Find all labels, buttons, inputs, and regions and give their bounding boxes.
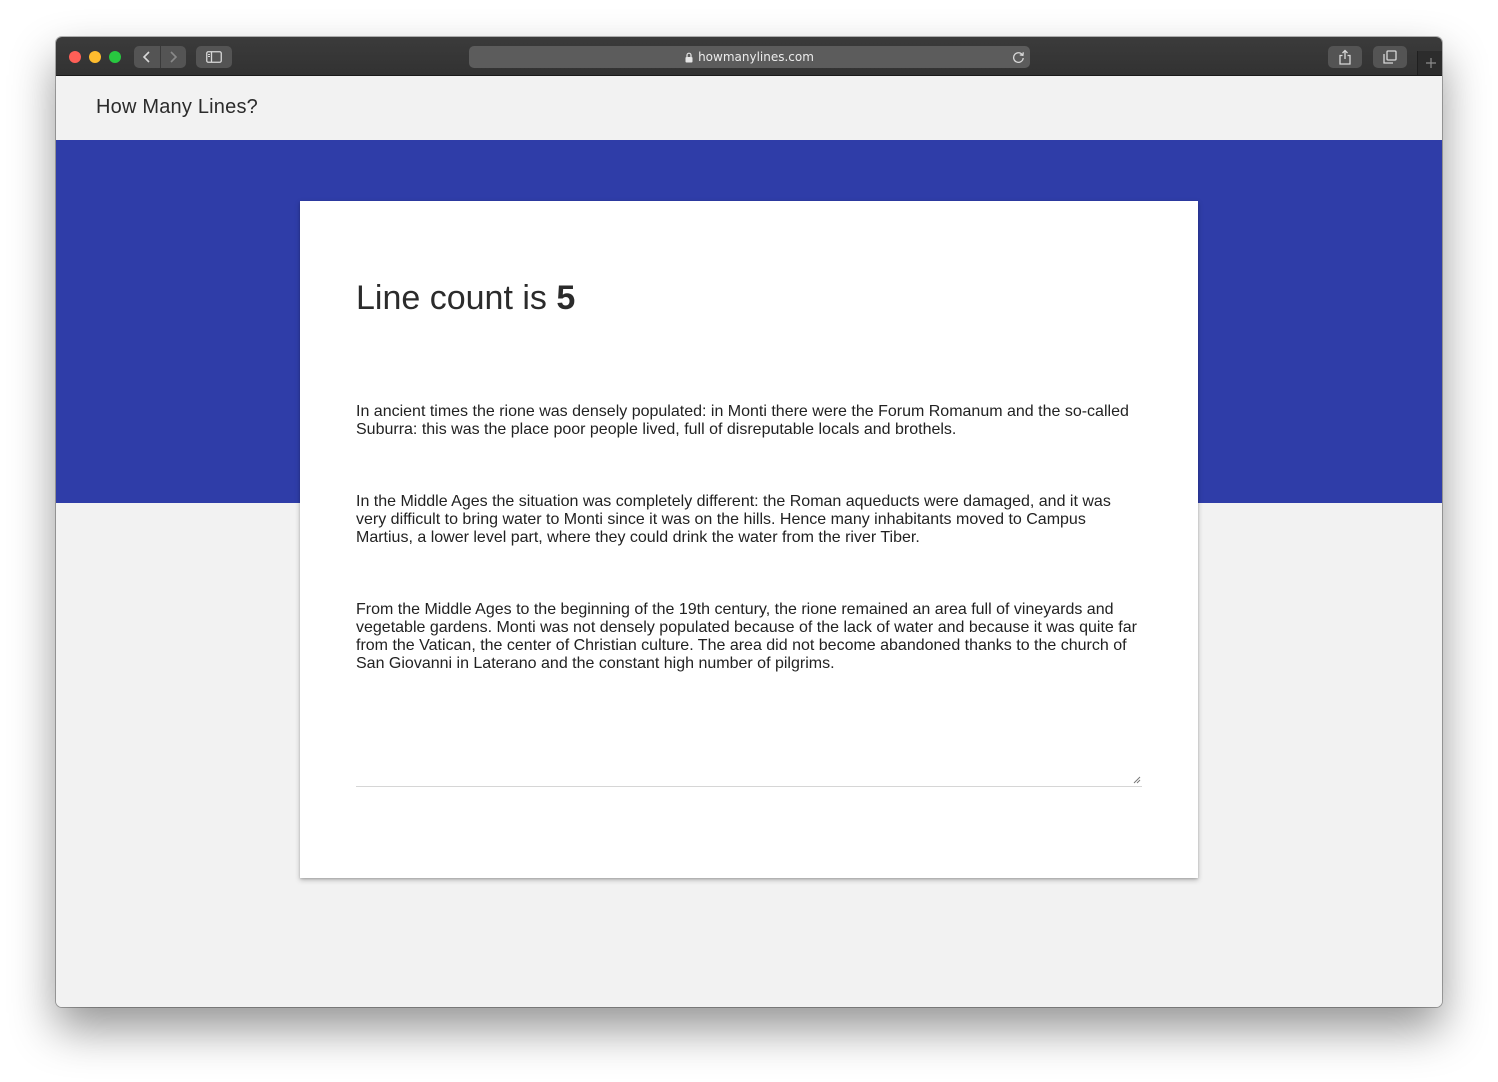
reload-icon: [1012, 51, 1024, 63]
navigation-buttons: [134, 46, 186, 68]
text-input-area[interactable]: In ancient times the rione was densely p…: [356, 367, 1142, 787]
lock-icon: [685, 52, 693, 62]
line-count-value: 5: [556, 279, 576, 317]
share-button[interactable]: [1328, 46, 1362, 68]
forward-button[interactable]: [160, 46, 186, 68]
url-text: howmanylines.com: [698, 50, 814, 64]
address-bar-content: howmanylines.com: [469, 46, 1030, 68]
text-paragraph: In ancient times the rione was densely p…: [356, 403, 1134, 438]
share-icon: [1339, 49, 1351, 65]
line-count-prefix: Line count is: [356, 279, 557, 317]
site-title[interactable]: How Many Lines?: [96, 96, 258, 119]
sidebar-icon: [206, 51, 222, 63]
plus-icon: [1425, 58, 1436, 68]
minimize-window-button[interactable]: [89, 51, 101, 63]
back-button[interactable]: [134, 46, 161, 68]
site-header: How Many Lines?: [56, 76, 1442, 140]
chevron-left-icon: [142, 51, 150, 63]
web-page: How Many Lines? Line count is 5 In ancie…: [56, 76, 1442, 1007]
new-tab-button[interactable]: [1417, 51, 1442, 75]
line-count-heading: Line count is 5: [356, 279, 575, 318]
show-tabs-button[interactable]: [1373, 46, 1407, 68]
reload-button[interactable]: [1010, 49, 1026, 65]
chevron-right-icon: [170, 51, 178, 63]
text-paragraph: From the Middle Ages to the beginning of…: [356, 601, 1142, 672]
browser-window: howmanylines.com How Many Lines? Line co…: [56, 37, 1442, 1007]
browser-toolbar: howmanylines.com: [56, 37, 1442, 76]
tabs-icon: [1383, 50, 1397, 64]
resize-handle-icon[interactable]: [1133, 776, 1141, 784]
text-paragraph: In the Middle Ages the situation was com…: [356, 493, 1116, 546]
close-window-button[interactable]: [69, 51, 81, 63]
address-bar[interactable]: howmanylines.com: [469, 46, 1030, 68]
maximize-window-button[interactable]: [109, 51, 121, 63]
sidebar-toggle-button[interactable]: [196, 46, 232, 68]
line-count-card: Line count is 5 In ancient times the rio…: [300, 201, 1198, 878]
